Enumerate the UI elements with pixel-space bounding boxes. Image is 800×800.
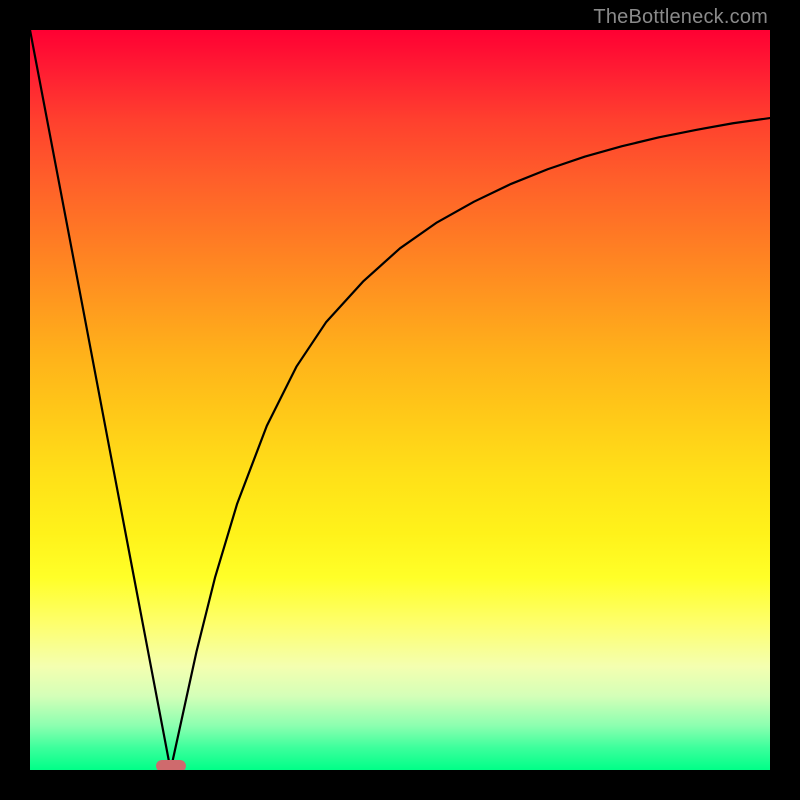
plot-area xyxy=(30,30,770,770)
curve-svg xyxy=(30,30,770,770)
watermark-text: TheBottleneck.com xyxy=(593,6,768,29)
bottleneck-curve xyxy=(30,30,770,770)
chart-frame: TheBottleneck.com xyxy=(0,0,800,800)
bottleneck-region-marker xyxy=(156,760,186,770)
